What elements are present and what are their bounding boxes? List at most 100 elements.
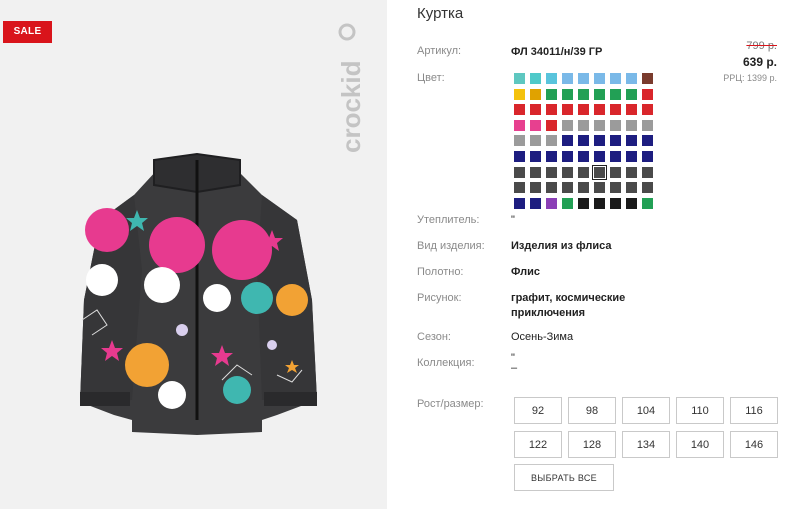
color-swatch[interactable] xyxy=(594,135,605,147)
color-swatch[interactable] xyxy=(626,104,637,116)
color-swatch[interactable] xyxy=(594,182,605,194)
insulation-value: " xyxy=(511,214,515,226)
select-all-button[interactable]: ВЫБРАТЬ ВСЕ xyxy=(514,464,614,491)
color-swatch[interactable] xyxy=(546,182,557,194)
color-swatch[interactable] xyxy=(514,135,525,147)
color-swatch[interactable] xyxy=(562,104,573,116)
color-swatch[interactable] xyxy=(562,88,573,100)
color-swatch[interactable] xyxy=(626,197,637,209)
color-swatch[interactable] xyxy=(562,135,573,147)
color-swatch[interactable] xyxy=(546,73,557,84)
color-swatch[interactable] xyxy=(594,119,605,131)
color-swatch[interactable] xyxy=(562,182,573,194)
color-swatch[interactable] xyxy=(610,197,621,209)
size-option-button[interactable]: 140 xyxy=(676,431,724,458)
fabric-value: Флис xyxy=(511,266,540,278)
color-swatch[interactable] xyxy=(514,104,525,116)
color-swatch[interactable] xyxy=(514,73,525,84)
color-swatch[interactable] xyxy=(514,88,525,100)
current-price: 639 р. xyxy=(742,55,777,69)
color-swatch[interactable] xyxy=(642,150,653,162)
color-swatch[interactable] xyxy=(610,150,621,162)
color-swatch[interactable] xyxy=(594,150,605,162)
color-swatch[interactable] xyxy=(514,182,525,194)
color-swatch[interactable] xyxy=(626,182,637,194)
color-swatch[interactable] xyxy=(546,150,557,162)
color-swatch[interactable] xyxy=(578,166,589,178)
color-swatch[interactable] xyxy=(530,119,541,131)
color-swatch[interactable] xyxy=(642,119,653,131)
color-swatch[interactable] xyxy=(578,119,589,131)
color-swatch[interactable] xyxy=(626,166,637,178)
brand-watermark-logo: crockid xyxy=(336,23,366,154)
color-swatch[interactable] xyxy=(642,135,653,147)
jacket-product-photo[interactable] xyxy=(62,150,332,435)
color-swatch[interactable] xyxy=(530,166,541,178)
color-swatch[interactable] xyxy=(642,88,653,100)
color-swatch[interactable] xyxy=(546,166,557,178)
size-option-button[interactable]: 98 xyxy=(568,397,616,424)
color-swatch[interactable] xyxy=(578,135,589,147)
color-swatch[interactable] xyxy=(610,88,621,100)
pattern-label: Рисунок: xyxy=(417,292,462,304)
color-swatch[interactable] xyxy=(562,150,573,162)
color-swatch[interactable] xyxy=(530,88,541,100)
color-swatch[interactable] xyxy=(626,119,637,131)
color-swatch[interactable] xyxy=(594,88,605,100)
color-swatch[interactable] xyxy=(610,166,621,178)
color-swatch[interactable] xyxy=(626,88,637,100)
size-option-button[interactable]: 146 xyxy=(730,431,778,458)
color-swatch[interactable] xyxy=(562,197,573,209)
color-swatch[interactable] xyxy=(546,88,557,100)
size-option-button[interactable]: 92 xyxy=(514,397,562,424)
color-swatch[interactable] xyxy=(626,150,637,162)
color-swatch[interactable] xyxy=(578,88,589,100)
color-swatch[interactable] xyxy=(594,73,605,84)
color-swatch[interactable] xyxy=(642,104,653,116)
size-option-button[interactable]: 110 xyxy=(676,397,724,424)
color-swatch[interactable] xyxy=(642,166,653,178)
color-swatch[interactable] xyxy=(546,197,557,209)
color-swatch[interactable] xyxy=(610,135,621,147)
color-swatch[interactable] xyxy=(626,73,637,84)
size-option-button[interactable]: 134 xyxy=(622,431,670,458)
color-swatch[interactable] xyxy=(578,150,589,162)
color-swatch[interactable] xyxy=(562,119,573,131)
color-swatch[interactable] xyxy=(578,104,589,116)
size-option-button[interactable]: 122 xyxy=(514,431,562,458)
color-swatch[interactable] xyxy=(562,73,573,84)
size-option-button[interactable]: 104 xyxy=(622,397,670,424)
color-swatch[interactable] xyxy=(591,164,608,181)
fabric-label: Полотно: xyxy=(417,266,464,278)
color-swatch[interactable] xyxy=(514,150,525,162)
color-swatch[interactable] xyxy=(642,197,653,209)
color-swatch[interactable] xyxy=(530,135,541,147)
color-swatch[interactable] xyxy=(594,104,605,116)
color-swatch[interactable] xyxy=(514,119,525,131)
color-swatch[interactable] xyxy=(546,104,557,116)
color-swatch[interactable] xyxy=(514,197,525,209)
color-swatch[interactable] xyxy=(578,73,589,84)
color-swatch[interactable] xyxy=(530,73,541,84)
color-swatch[interactable] xyxy=(610,119,621,131)
size-option-button[interactable]: 116 xyxy=(730,397,778,424)
color-swatch[interactable] xyxy=(610,104,621,116)
color-swatch[interactable] xyxy=(530,104,541,116)
size-option-button[interactable]: 128 xyxy=(568,431,616,458)
brand-watermark-text: crockid xyxy=(336,61,366,154)
color-swatch[interactable] xyxy=(642,73,653,84)
color-swatch[interactable] xyxy=(626,135,637,147)
color-swatch[interactable] xyxy=(610,182,621,194)
color-swatch[interactable] xyxy=(514,166,525,178)
color-swatch[interactable] xyxy=(642,182,653,194)
color-swatch[interactable] xyxy=(562,166,573,178)
color-swatch[interactable] xyxy=(594,197,605,209)
color-swatch[interactable] xyxy=(578,197,589,209)
color-swatch[interactable] xyxy=(530,150,541,162)
color-swatch[interactable] xyxy=(546,135,557,147)
color-swatch[interactable] xyxy=(530,197,541,209)
color-swatch[interactable] xyxy=(578,182,589,194)
color-swatch[interactable] xyxy=(546,119,557,131)
color-swatch[interactable] xyxy=(610,73,621,84)
color-swatch[interactable] xyxy=(530,182,541,194)
